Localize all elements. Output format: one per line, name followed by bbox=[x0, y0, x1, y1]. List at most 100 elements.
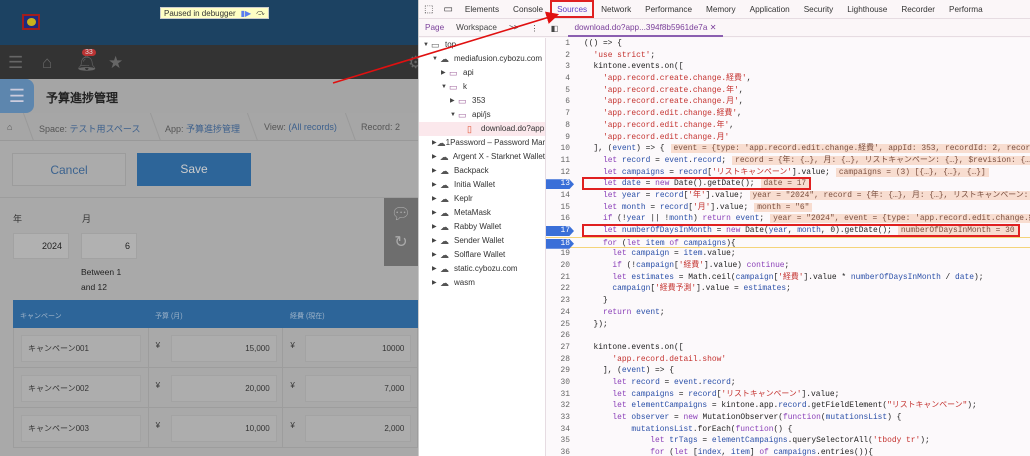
tab-performa[interactable]: Performa bbox=[942, 0, 990, 18]
comment-icon[interactable]: 💬︎ bbox=[384, 198, 418, 224]
line-number[interactable]: 20 bbox=[546, 260, 572, 272]
tab-memory[interactable]: Memory bbox=[699, 0, 743, 18]
line-number[interactable]: 19 bbox=[546, 248, 572, 260]
expand-right-icon[interactable]: ▶ bbox=[432, 220, 440, 234]
tab-security[interactable]: Security bbox=[797, 0, 841, 18]
tree-item[interactable]: ▶ ☁ MetaMask bbox=[419, 206, 545, 220]
tree-item[interactable]: ▼ ▭ api/js bbox=[419, 108, 545, 122]
line-number[interactable]: 1 bbox=[546, 38, 572, 50]
line-number[interactable]: 8 bbox=[546, 120, 572, 132]
expand-right-icon[interactable]: ▶ bbox=[432, 248, 440, 262]
subtab-page[interactable]: Page bbox=[419, 23, 450, 32]
expand-right-icon[interactable]: ▶ bbox=[432, 192, 440, 206]
tree-item[interactable]: ▶ ☁ Backpack bbox=[419, 164, 545, 178]
expand-down-icon[interactable]: ▼ bbox=[423, 38, 431, 52]
line-number[interactable]: 4 bbox=[546, 73, 572, 85]
year-input[interactable]: 2024 bbox=[13, 233, 69, 259]
open-file-tab[interactable]: download.do?app...394f8b5961de7a ✕ bbox=[568, 19, 723, 37]
budget-input[interactable]: 20,000 bbox=[170, 375, 277, 402]
logo[interactable] bbox=[22, 14, 40, 30]
tree-item[interactable]: ▯ download.do?app bbox=[419, 122, 545, 136]
breadcrumb-home-icon[interactable]: ⌂ bbox=[7, 122, 12, 132]
breadcrumb-app[interactable]: App: 予算進捗管理 bbox=[165, 122, 240, 135]
tree-item[interactable]: ▶ ☁ Argent X - Starknet Wallet bbox=[419, 150, 545, 164]
expand-right-icon[interactable]: ▶ bbox=[441, 66, 449, 80]
campaign-name-input[interactable]: キャンペーン002 bbox=[21, 375, 141, 402]
history-icon[interactable]: ↻ bbox=[384, 224, 418, 252]
inspect-icon[interactable]: ⬚ bbox=[419, 0, 438, 18]
tree-item[interactable]: ▼ ▭ k bbox=[419, 80, 545, 94]
menu-icon[interactable]: ☰ bbox=[8, 53, 23, 73]
bell-icon[interactable]: 🔔︎ bbox=[76, 53, 98, 73]
line-number[interactable]: 7 bbox=[546, 108, 572, 120]
line-number[interactable]: 15 bbox=[546, 202, 572, 214]
tree-item[interactable]: ▶ ▭ 353 bbox=[419, 94, 545, 108]
expand-down-icon[interactable]: ▼ bbox=[432, 52, 440, 66]
expense-input[interactable]: 7,000 bbox=[305, 375, 412, 402]
line-number[interactable]: 30 bbox=[546, 377, 572, 389]
tab-lighthouse[interactable]: Lighthouse bbox=[840, 0, 894, 18]
campaign-name-input[interactable]: キャンペーン001 bbox=[21, 335, 141, 362]
line-number[interactable]: 26 bbox=[546, 330, 572, 342]
tab-sources[interactable]: Sources bbox=[550, 0, 595, 18]
line-number[interactable]: 23 bbox=[546, 295, 572, 307]
tree-item[interactable]: ▼ ▭ top bbox=[419, 38, 545, 52]
expand-right-icon[interactable]: ▶ bbox=[432, 234, 440, 248]
campaign-name-input[interactable]: キャンペーン003 bbox=[21, 415, 141, 442]
cancel-button[interactable]: Cancel bbox=[12, 153, 126, 186]
view-link[interactable]: (All records) bbox=[288, 122, 337, 132]
expand-down-icon[interactable]: ▼ bbox=[450, 108, 458, 122]
line-number[interactable]: 12 bbox=[546, 167, 572, 179]
tree-item[interactable]: ▶ ☁ Keplr bbox=[419, 192, 545, 206]
expand-right-icon[interactable]: ▶ bbox=[432, 262, 440, 276]
resume-icon[interactable]: ▮▶ bbox=[241, 9, 252, 18]
tree-item[interactable]: ▶ ☁ wasm bbox=[419, 276, 545, 290]
space-link[interactable]: テスト用スペース bbox=[70, 124, 141, 134]
tree-item[interactable]: ▶ ☁ static.cybozu.com bbox=[419, 262, 545, 276]
line-number[interactable]: 11 bbox=[546, 155, 572, 167]
line-number[interactable]: 3 bbox=[546, 61, 572, 73]
tree-item[interactable]: ▶ ▭ api bbox=[419, 66, 545, 80]
tab-console[interactable]: Console bbox=[506, 0, 550, 18]
expense-input[interactable]: 10000 bbox=[305, 335, 412, 362]
budget-input[interactable]: 10,000 bbox=[170, 415, 277, 442]
line-number[interactable]: 2 bbox=[546, 50, 572, 62]
app-link[interactable]: 予算進捗管理 bbox=[186, 124, 240, 134]
tab-application[interactable]: Application bbox=[743, 0, 797, 18]
kebab-menu-icon[interactable]: ⋮ bbox=[525, 23, 545, 33]
line-number[interactable]: 16 bbox=[546, 213, 572, 225]
tab-recorder[interactable]: Recorder bbox=[894, 0, 942, 18]
close-icon[interactable]: ✕ bbox=[710, 23, 717, 32]
device-toggle-icon[interactable]: ▭ bbox=[438, 0, 457, 18]
breakpoint-marker[interactable]: 17 bbox=[546, 225, 572, 237]
breakpoint-marker[interactable]: 18 bbox=[546, 238, 572, 248]
line-number[interactable]: 35 bbox=[546, 435, 572, 447]
line-number[interactable]: 9 bbox=[546, 132, 572, 144]
expand-right-icon[interactable]: ▶ bbox=[432, 178, 440, 192]
step-over-icon[interactable]: ⤼ bbox=[256, 8, 265, 18]
tab-elements[interactable]: Elements bbox=[458, 0, 506, 18]
toggle-sidebar-icon[interactable]: ◧ bbox=[545, 23, 565, 33]
expand-right-icon[interactable]: ▶ bbox=[432, 150, 440, 164]
tab-network[interactable]: Network bbox=[594, 0, 638, 18]
month-input[interactable]: 6 bbox=[81, 233, 137, 259]
line-number[interactable]: 34 bbox=[546, 424, 572, 436]
tree-item[interactable]: ▼ ☁ mediafusion.cybozu.com bbox=[419, 52, 545, 66]
line-number[interactable]: 36 bbox=[546, 447, 572, 456]
line-number[interactable]: 5 bbox=[546, 85, 572, 97]
expand-right-icon[interactable]: ▶ bbox=[432, 276, 440, 290]
tree-item[interactable]: ▶☁1Password – Password Manager bbox=[419, 136, 545, 150]
expand-right-icon[interactable]: ▶ bbox=[432, 206, 440, 220]
star-icon[interactable]: ★ bbox=[108, 53, 123, 73]
home-icon[interactable]: ⌂ bbox=[42, 53, 52, 73]
tree-item[interactable]: ▶ ☁ Initia Wallet bbox=[419, 178, 545, 192]
breakpoint-marker[interactable]: 13 bbox=[546, 178, 572, 190]
breadcrumb-space[interactable]: Space: テスト用スペース bbox=[39, 122, 140, 135]
line-number[interactable]: 21 bbox=[546, 272, 572, 284]
line-number[interactable]: 32 bbox=[546, 400, 572, 412]
gear-icon[interactable]: ⚙ bbox=[408, 53, 418, 73]
tree-item[interactable]: ▶ ☁ Solflare Wallet bbox=[419, 248, 545, 262]
line-number[interactable]: 25 bbox=[546, 319, 572, 331]
line-number[interactable]: 28 bbox=[546, 354, 572, 366]
line-number[interactable]: 14 bbox=[546, 190, 572, 202]
